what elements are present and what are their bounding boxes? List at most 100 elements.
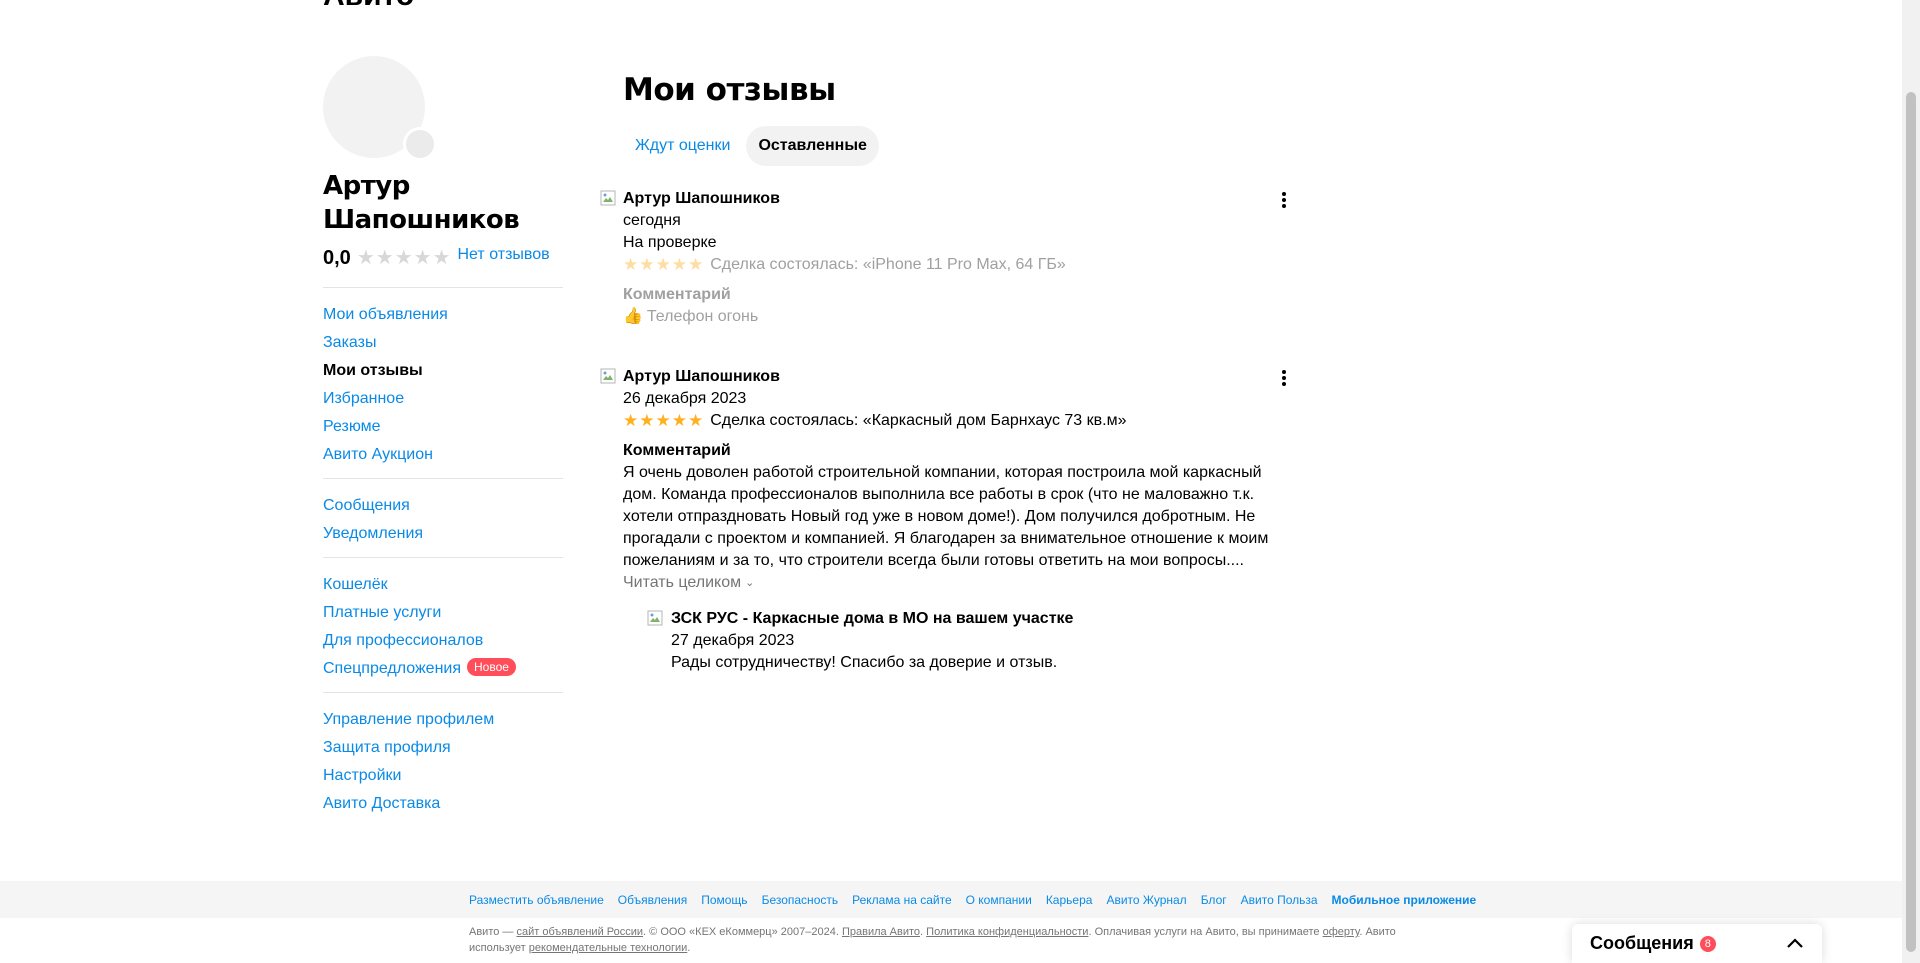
nav-group-account: Мои объявления Заказы Мои отзывы Избранн… <box>323 287 563 478</box>
link-site-ads[interactable]: сайт объявлений России <box>516 926 643 938</box>
sidebar-item-label: Спецпредложения <box>323 660 461 677</box>
profile-name: Артур Шапошников <box>323 171 520 235</box>
sidebar-item-for-pros[interactable]: Для профессионалов <box>323 627 563 655</box>
review-date: 26 декабря 2023 <box>623 390 747 407</box>
nav-group-settings: Управление профилем Защита профиля Настр… <box>323 692 563 827</box>
broken-image-icon <box>600 190 616 206</box>
reviews-main: Мои отзывы Ждут оценки Оставленные Артур… <box>600 62 1320 674</box>
sidebar-item-favorites[interactable]: Избранное <box>323 385 563 413</box>
tab-left[interactable]: Оставленные <box>746 126 879 166</box>
sidebar-item-settings[interactable]: Настройки <box>323 762 563 790</box>
site-header: Авито <box>323 0 440 12</box>
sidebar-item-paid-services[interactable]: Платные услуги <box>323 599 563 627</box>
sidebar-item-messages[interactable]: Сообщения <box>323 492 563 520</box>
star-icon: ★ <box>432 247 451 269</box>
star-icon: ★ <box>394 247 413 269</box>
read-more-label: Читать целиком <box>623 574 742 591</box>
sidebar-item-orders[interactable]: Заказы <box>323 329 563 357</box>
sidebar-item-profile-management[interactable]: Управление профилем <box>323 706 563 734</box>
link-privacy[interactable]: Политика конфиденциальности <box>926 926 1088 938</box>
star-icon: ★ <box>655 255 671 274</box>
chevron-up-icon[interactable] <box>1786 933 1804 954</box>
review-item: Артур Шапошников 26 декабря 2023 ★ ★ ★ ★ ★ С… <box>600 366 1320 674</box>
footer-link-ads[interactable]: Объявления <box>618 893 687 907</box>
nav-group-messages: Сообщения Уведомления <box>323 478 563 557</box>
comment-label: Комментарий <box>623 286 731 303</box>
broken-image-icon <box>647 610 663 626</box>
comment-line: дом. Команда профессионалов выполнила вс… <box>623 486 1255 503</box>
sidebar-item-auction[interactable]: Авито Аукцион <box>323 441 563 469</box>
star-icon: ★ <box>671 411 687 430</box>
sidebar-item-delivery[interactable]: Авито Доставка <box>323 790 563 818</box>
more-options-icon[interactable] <box>1274 368 1294 388</box>
link-rules[interactable]: Правила Авито <box>842 926 920 938</box>
sidebar-item-resume[interactable]: Резюме <box>323 413 563 441</box>
star-icon: ★ <box>688 411 704 430</box>
no-reviews-link[interactable]: Нет отзывов <box>458 243 550 267</box>
deal-text: Сделка состоялась: «iPhone 11 Pro Max, 6… <box>710 256 1066 273</box>
star-icon: ★ <box>375 247 394 269</box>
review-stars: ★ ★ ★ ★ ★ <box>623 410 704 432</box>
comment-text: Я очень доволен работой строительной ком… <box>623 462 1320 572</box>
page-scrollbar[interactable] <box>1902 0 1920 963</box>
new-badge: Новое <box>467 658 516 676</box>
star-icon: ★ <box>688 255 704 274</box>
copy-text: . <box>687 942 691 954</box>
footer-link-journal[interactable]: Авито Журнал <box>1106 893 1186 907</box>
review-status: На проверке <box>623 234 717 251</box>
review-deal: ★ ★ ★ ★ ★ Сделка состоялась: «Каркасный дом … <box>623 410 1320 432</box>
star-icon: ★ <box>623 411 639 430</box>
footer-link-mobile-app[interactable]: Мобильное приложение <box>1332 893 1477 907</box>
footer-link-benefit[interactable]: Авито Польза <box>1241 893 1318 907</box>
reply-date: 27 декабря 2023 <box>671 632 795 649</box>
star-icon: ★ <box>639 255 655 274</box>
rating-stars: ★ ★ ★ ★ ★ <box>357 248 452 268</box>
footer-link-security[interactable]: Безопасность <box>762 893 839 907</box>
messages-widget-title: Сообщения <box>1590 933 1694 953</box>
star-icon: ★ <box>356 247 375 269</box>
tab-awaiting[interactable]: Ждут оценки <box>623 126 742 166</box>
star-icon: ★ <box>623 255 639 274</box>
footer-copyright: Авито — сайт объявлений России. © ООО «К… <box>469 924 1429 956</box>
scrollbar-thumb[interactable] <box>1906 92 1916 952</box>
nav-group-services: Кошелёк Платные услуги Для профессионало… <box>323 557 563 692</box>
review-item: Артур Шапошников сегодня На проверке ★ ★ ★… <box>600 188 1320 328</box>
read-more-button[interactable]: Читать целиком ⌄ <box>623 572 754 594</box>
sidebar-item-wallet[interactable]: Кошелёк <box>323 571 563 599</box>
avito-logo[interactable]: Авито <box>323 0 414 13</box>
link-recommendation-tech[interactable]: рекомендательные технологии <box>529 942 688 954</box>
star-icon: ★ <box>639 411 655 430</box>
sidebar-item-my-reviews[interactable]: Мои отзывы <box>323 357 563 385</box>
footer-link-help[interactable]: Помощь <box>701 893 747 907</box>
comment-line: прогадали с проектом и компанией. Я благ… <box>623 530 1269 547</box>
review-date: сегодня <box>623 212 681 229</box>
reply-text: Рады сотрудничеству! Спасибо за доверие … <box>671 654 1058 671</box>
thumbs-up-icon: 👍 <box>623 308 643 325</box>
star-icon: ★ <box>655 411 671 430</box>
reply-author[interactable]: ЗСК РУС - Каркасные дома в МО на вашем у… <box>671 608 1320 630</box>
sidebar-item-notifications[interactable]: Уведомления <box>323 520 563 548</box>
sidebar-item-my-ads[interactable]: Мои объявления <box>323 301 563 329</box>
review-deal: ★ ★ ★ ★ ★ Сделка состоялась: «iPhone 11 Pro … <box>623 254 1320 276</box>
footer-link-blog[interactable]: Блог <box>1201 893 1227 907</box>
sidebar-item-profile-protection[interactable]: Защита профиля <box>323 734 563 762</box>
footer-link-career[interactable]: Карьера <box>1046 893 1093 907</box>
review-author[interactable]: Артур Шапошников <box>623 188 1320 210</box>
review-author[interactable]: Артур Шапошников <box>623 366 1320 388</box>
footer-link-advertising[interactable]: Реклама на сайте <box>852 893 952 907</box>
chevron-down-icon: ⌄ <box>745 577 755 589</box>
link-offer[interactable]: оферту <box>1323 926 1360 938</box>
footer-link-post-ad[interactable]: Разместить объявление <box>469 893 604 907</box>
more-options-icon[interactable] <box>1274 190 1294 210</box>
footer-link-about[interactable]: О компании <box>966 893 1032 907</box>
profile-sidebar: Артур Шапошников 0,0 ★ ★ ★ ★ ★ Нет отзыв… <box>323 56 563 827</box>
avatar-edit-badge[interactable] <box>403 127 437 161</box>
rating-value: 0,0 <box>323 247 351 269</box>
avatar[interactable] <box>323 56 437 161</box>
messages-widget[interactable]: Сообщения 8 <box>1572 924 1822 963</box>
star-icon: ★ <box>671 255 687 274</box>
copy-text: . © ООО «КЕХ еКоммерц» 2007–2024. <box>643 926 842 938</box>
comment-label: Комментарий <box>623 442 731 459</box>
comment-line: Я очень доволен работой строительной ком… <box>623 464 1262 481</box>
sidebar-item-special-offers[interactable]: Спецпредложения Новое <box>323 655 563 683</box>
